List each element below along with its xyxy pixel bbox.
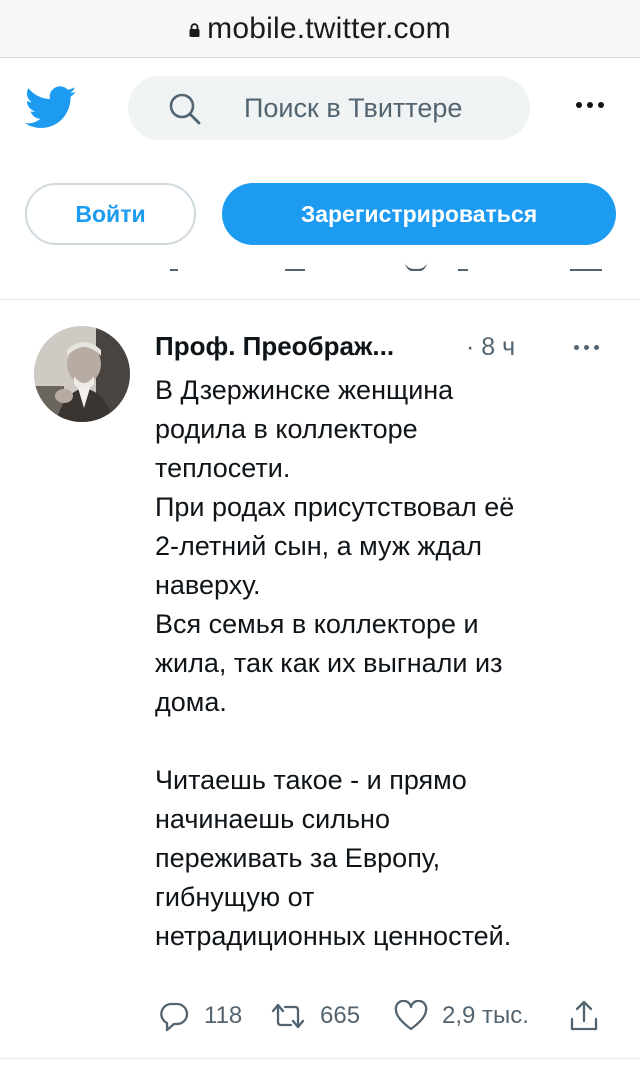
tweet-line: Вся семья в коллекторе и — [155, 609, 479, 639]
tweet-line: Читаешь такое - и прямо — [155, 765, 467, 795]
url-text: mobile.twitter.com — [207, 11, 451, 45]
tweet-line: родила в коллекторе — [155, 414, 418, 444]
signup-button[interactable]: Зарегистрироваться — [222, 183, 616, 245]
reply-count: 118 — [204, 1002, 243, 1029]
retweet-button[interactable]: 665 — [270, 996, 360, 1036]
retweet-count: 665 — [320, 1002, 361, 1029]
divider — [0, 299, 640, 300]
reply-button[interactable]: 118 — [158, 996, 242, 1036]
like-button[interactable]: 2,9 тыс. — [394, 996, 529, 1036]
tweet-line: дома. — [155, 687, 227, 717]
login-button[interactable]: Войти — [25, 183, 196, 245]
like-icon — [394, 1000, 428, 1031]
like-count: 2,9 тыс. — [442, 1002, 529, 1029]
tweet-line: гибнущую от — [155, 882, 315, 912]
previous-tweet-actions — [0, 255, 640, 271]
tweet-line: жила, так как их выгнали из — [155, 648, 503, 678]
avatar[interactable] — [34, 326, 130, 422]
tweet-actions: 118 665 2,9 тыс. — [0, 996, 640, 1036]
more-icon[interactable] — [572, 94, 608, 114]
search-placeholder: Поиск в Твиттере — [244, 93, 463, 123]
tweet-time[interactable]: · 8 ч — [466, 333, 515, 362]
retweet-icon — [271, 1003, 305, 1029]
divider — [0, 1058, 640, 1059]
tweet-line: При родах присутствовал её — [155, 492, 515, 522]
share-icon — [570, 1000, 598, 1031]
header: Поиск в Твиттере — [0, 58, 640, 178]
tweet-text: В Дзержинске женщина родила в коллекторе… — [155, 371, 625, 956]
share-button[interactable] — [568, 996, 600, 1036]
tweet-line: переживать за Европу, — [155, 843, 441, 873]
search-input[interactable]: Поиск в Твиттере — [128, 76, 530, 140]
lock-icon — [189, 23, 200, 37]
tweet-line: 2-летний сын, а муж ждал — [155, 531, 482, 561]
twitter-logo-icon[interactable] — [25, 86, 77, 130]
tweet-line: теплосети. — [155, 453, 291, 483]
tweet-line: наверху. — [155, 570, 261, 600]
reply-icon — [160, 1002, 189, 1032]
tweet-more-icon[interactable] — [572, 343, 602, 353]
tweet-line: В Дзержинске женщина — [155, 375, 454, 405]
search-icon — [169, 93, 201, 125]
tweet-line: начинаешь сильно — [155, 804, 390, 834]
avatar-photo — [34, 326, 130, 422]
browser-url-bar[interactable]: mobile.twitter.com — [0, 0, 640, 58]
tweet-line: нетрадиционных ценностей. — [155, 921, 512, 951]
tweet-author[interactable]: Проф. Преображ... — [155, 331, 394, 362]
